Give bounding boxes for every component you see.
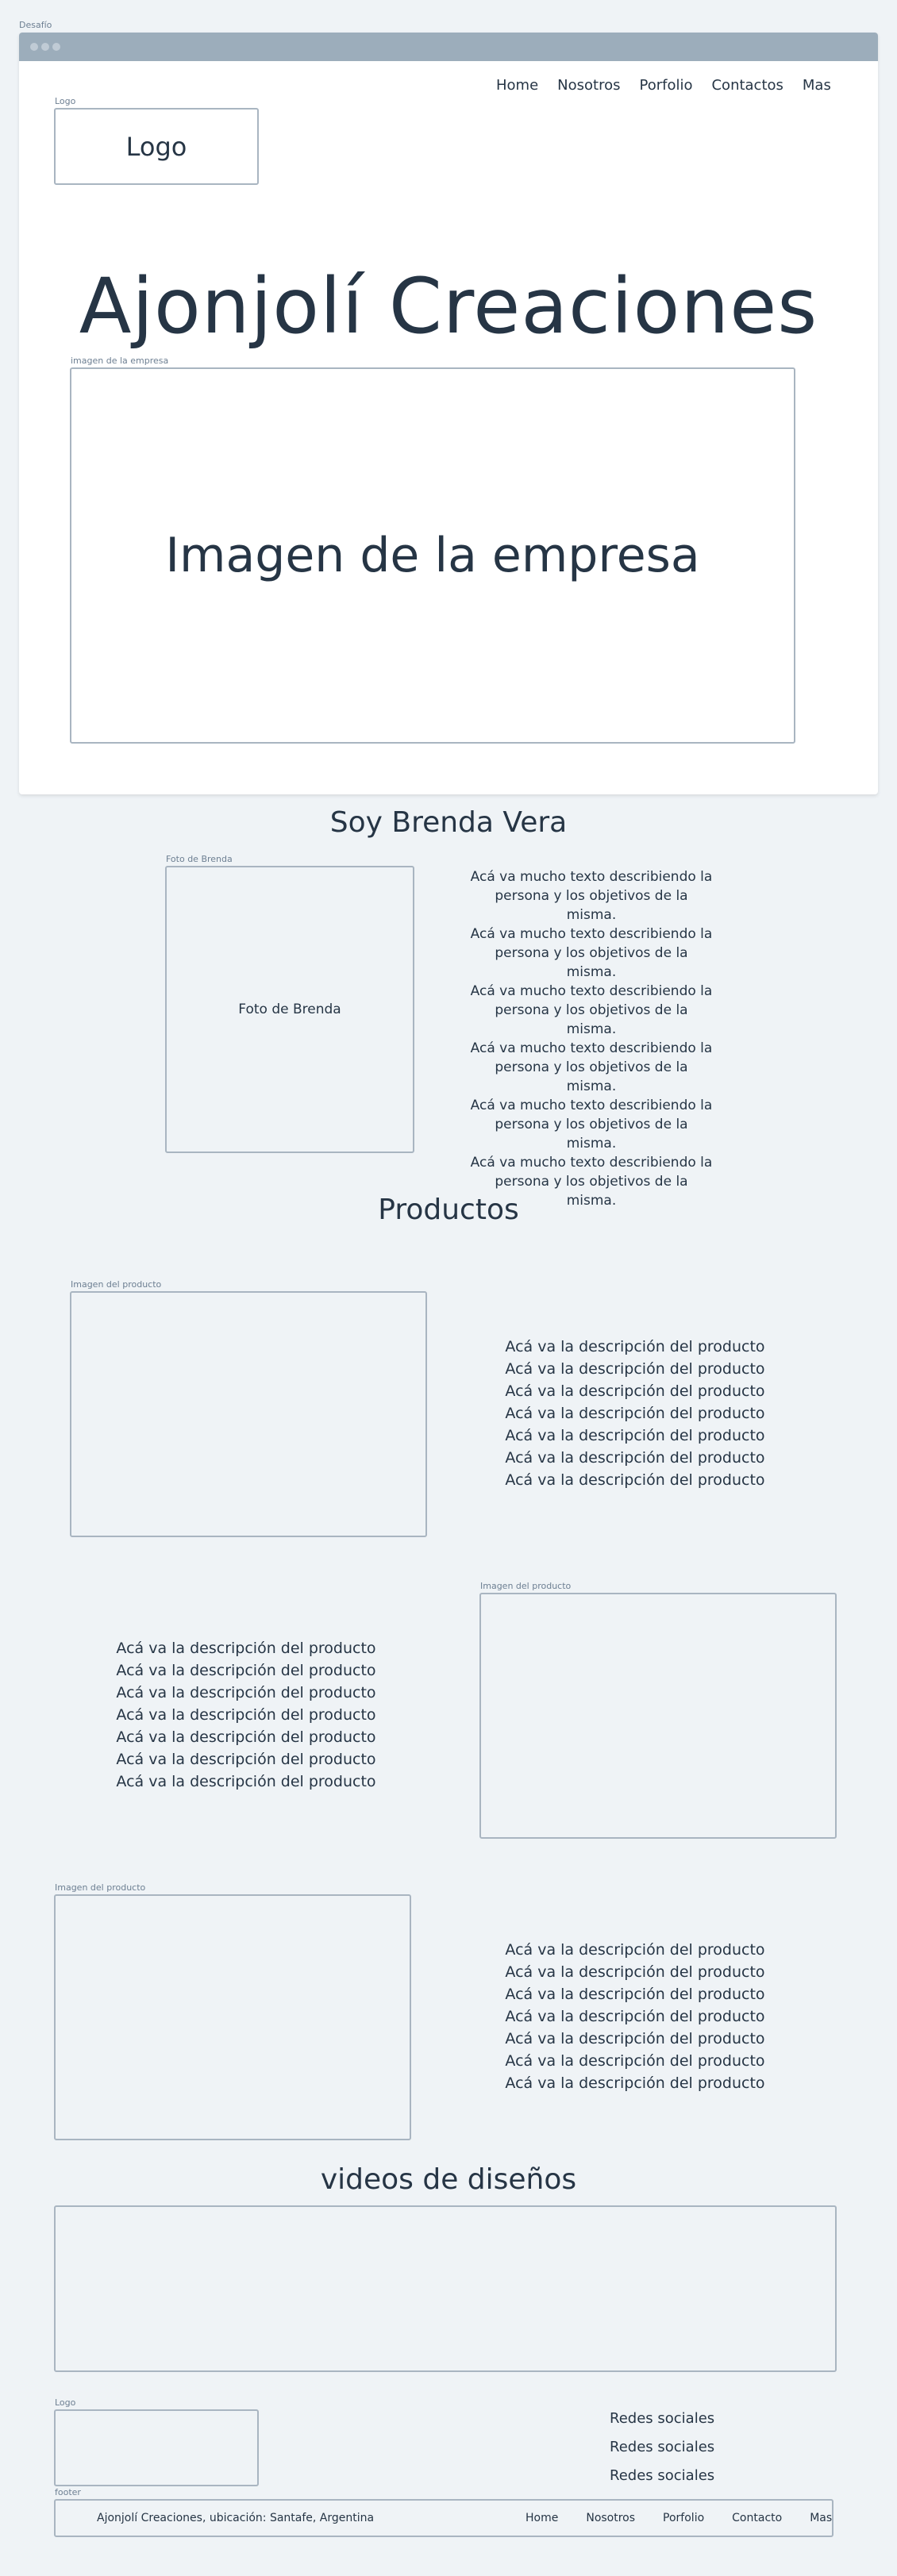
- social-link-2[interactable]: Redes sociales: [610, 2439, 714, 2455]
- nav-nosotros[interactable]: Nosotros: [557, 77, 620, 94]
- product-desc-line: Acá va la descripción del producto: [505, 1382, 765, 1400]
- product-desc-line: Acá va la descripción del producto: [505, 2074, 765, 2092]
- product-desc-line: Acá va la descripción del producto: [116, 1751, 376, 1768]
- footer-nav-porfolio[interactable]: Porfolio: [663, 2512, 704, 2524]
- product-3-image-tag: Imagen del producto: [55, 1882, 146, 1893]
- footer-nav-contacto[interactable]: Contacto: [732, 2512, 782, 2524]
- video-player[interactable]: [54, 2205, 837, 2372]
- window-titlebar[interactable]: [19, 33, 878, 61]
- footer-nav-mas[interactable]: Mas: [810, 2512, 832, 2524]
- product-desc-line: Acá va la descripción del producto: [116, 1640, 376, 1657]
- about-title: Soy Brenda Vera: [329, 806, 568, 839]
- product-desc-line: Acá va la descripción del producto: [116, 1684, 376, 1701]
- bottom-logo-tag: Logo: [55, 2397, 76, 2408]
- bottom-logo[interactable]: [54, 2409, 259, 2486]
- product-desc-line: Acá va la descripción del producto: [505, 1338, 765, 1355]
- videos-title: videos de diseños: [320, 2163, 577, 2196]
- nav-mas[interactable]: Mas: [803, 77, 831, 94]
- footer-nav-home[interactable]: Home: [525, 2512, 558, 2524]
- product-2-image: [479, 1593, 837, 1839]
- window-dot-3[interactable]: [52, 43, 60, 51]
- product-desc-line: Acá va la descripción del producto: [505, 1941, 765, 1959]
- product-3-description: Acá va la descripción del producto Acá v…: [492, 1939, 778, 2094]
- product-desc-line: Acá va la descripción del producto: [116, 1662, 376, 1679]
- product-desc-line: Acá va la descripción del producto: [505, 1360, 765, 1378]
- photo-tag: Foto de Brenda: [166, 854, 233, 864]
- bio-line: persona y los objetivos de la misma.: [495, 1117, 688, 1152]
- product-desc-line: Acá va la descripción del producto: [505, 1427, 765, 1444]
- header-logo[interactable]: Logo: [54, 108, 259, 185]
- products-title: Productos: [378, 1194, 519, 1226]
- brenda-photo: Foto de Brenda: [165, 866, 414, 1153]
- product-1-image-tag: Imagen del producto: [71, 1279, 162, 1290]
- footer-tag: footer: [55, 2487, 81, 2497]
- bio-line: Acá va mucho texto describiendo la: [470, 983, 713, 999]
- footer: Ajonjolí Creaciones, ubicación: Santafe,…: [54, 2499, 833, 2537]
- nav-contactos[interactable]: Contactos: [711, 77, 783, 94]
- product-2-description: Acá va la descripción del producto Acá v…: [103, 1637, 389, 1793]
- hero-image-tag: imagen de la empresa: [71, 356, 169, 366]
- product-desc-line: Acá va la descripción del producto: [116, 1728, 376, 1746]
- footer-nav-nosotros[interactable]: Nosotros: [586, 2512, 635, 2524]
- page-title: Ajonjolí Creaciones: [79, 262, 818, 351]
- product-desc-line: Acá va la descripción del producto: [505, 1986, 765, 2003]
- product-desc-line: Acá va la descripción del producto: [505, 1471, 765, 1489]
- product-1-image: [70, 1291, 427, 1537]
- bio-line: persona y los objetivos de la misma.: [495, 1002, 688, 1037]
- bio-line: Acá va mucho texto describiendo la: [470, 869, 713, 885]
- product-1-description: Acá va la descripción del producto Acá v…: [492, 1336, 778, 1491]
- product-desc-line: Acá va la descripción del producto: [116, 1773, 376, 1790]
- about-bio: Acá va mucho texto describiendo la perso…: [468, 867, 714, 1210]
- main-nav: Home Nosotros Porfolio Contactos Mas: [496, 77, 831, 94]
- footer-text: Ajonjolí Creaciones, ubicación: Santafe,…: [97, 2512, 375, 2524]
- bio-line: Acá va mucho texto describiendo la: [470, 1040, 713, 1056]
- bio-line: persona y los objetivos de la misma.: [495, 1059, 688, 1094]
- bio-line: Acá va mucho texto describiendo la: [470, 926, 713, 942]
- photo-text: Foto de Brenda: [238, 1002, 341, 1017]
- window-dot-2[interactable]: [41, 43, 49, 51]
- bio-line: persona y los objetivos de la misma.: [495, 945, 688, 980]
- product-desc-line: Acá va la descripción del producto: [505, 1405, 765, 1422]
- window-dot-1[interactable]: [30, 43, 38, 51]
- product-desc-line: Acá va la descripción del producto: [505, 1449, 765, 1467]
- window-label: Desafío: [19, 20, 52, 30]
- bio-line: Acá va mucho texto describiendo la: [470, 1155, 713, 1171]
- nav-porfolio[interactable]: Porfolio: [639, 77, 692, 94]
- product-2-image-tag: Imagen del producto: [480, 1581, 572, 1591]
- nav-home[interactable]: Home: [496, 77, 538, 94]
- product-desc-line: Acá va la descripción del producto: [505, 2052, 765, 2070]
- footer-nav: Home Nosotros Porfolio Contacto Mas: [525, 2512, 832, 2524]
- logo-text: Logo: [125, 131, 187, 162]
- social-link-1[interactable]: Redes sociales: [610, 2410, 714, 2427]
- product-desc-line: Acá va la descripción del producto: [505, 1963, 765, 1981]
- bio-line: persona y los objetivos de la misma.: [495, 888, 688, 923]
- social-link-3[interactable]: Redes sociales: [610, 2467, 714, 2484]
- hero-image: Imagen de la empresa: [70, 367, 795, 744]
- product-desc-line: Acá va la descripción del producto: [505, 2030, 765, 2047]
- bio-line: Acá va mucho texto describiendo la: [470, 1098, 713, 1113]
- product-desc-line: Acá va la descripción del producto: [116, 1706, 376, 1724]
- hero-image-text: Imagen de la empresa: [165, 528, 700, 583]
- product-3-image: [54, 1894, 411, 2140]
- product-desc-line: Acá va la descripción del producto: [505, 2008, 765, 2025]
- logo-tag: Logo: [55, 96, 76, 106]
